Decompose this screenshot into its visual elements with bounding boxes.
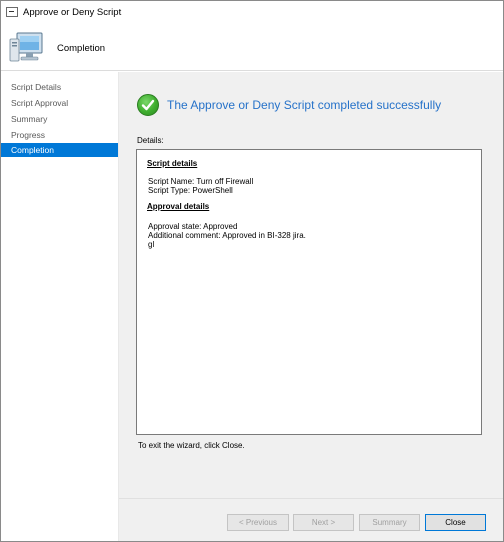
additional-comment-line: Additional comment: Approved in BI-328 j… [148,231,306,240]
window-app-icon [6,7,18,17]
page-title: Completion [57,43,106,54]
sidebar-item-summary[interactable]: Summary [1,112,118,126]
success-check-icon [137,94,159,116]
window-title: Approve or Deny Script [23,6,122,18]
status-row: The Approve or Deny Script completed suc… [137,94,441,116]
approval-details-heading: Approval details [147,202,210,211]
sidebar-item-progress[interactable]: Progress [1,128,118,142]
sidebar-item-completion[interactable]: Completion [1,143,118,157]
comment-continuation-line: gl [148,240,155,249]
sidebar-item-script-approval[interactable]: Script Approval [1,96,118,110]
wizard-header: Completion [1,23,503,71]
script-details-heading: Script details [147,159,198,168]
wizard-sidebar: Script Details Script Approval Summary P… [1,72,119,541]
next-button[interactable]: Next > [293,514,354,531]
button-bar: < Previous Next > Summary Close [119,498,503,541]
status-message: The Approve or Deny Script completed suc… [167,98,442,112]
approval-state-line: Approval state: Approved [148,222,238,231]
exit-instructions: To exit the wizard, click Close. [138,441,245,450]
details-textbox[interactable]: Script details Script Name: Turn off Fir… [136,149,482,435]
main-panel: The Approve or Deny Script completed suc… [119,72,503,498]
previous-button[interactable]: < Previous [227,514,289,531]
computer-monitor-icon [9,32,43,62]
summary-button[interactable]: Summary [359,514,420,531]
script-type-line: Script Type: PowerShell [148,186,233,195]
script-name-line: Script Name: Turn off Firewall [148,177,254,186]
title-bar[interactable]: Approve or Deny Script [1,1,503,23]
sidebar-item-script-details[interactable]: Script Details [1,80,118,94]
wizard-window: Approve or Deny Script Completion Script… [0,0,504,542]
close-button[interactable]: Close [425,514,486,531]
details-label: Details: [137,136,164,145]
